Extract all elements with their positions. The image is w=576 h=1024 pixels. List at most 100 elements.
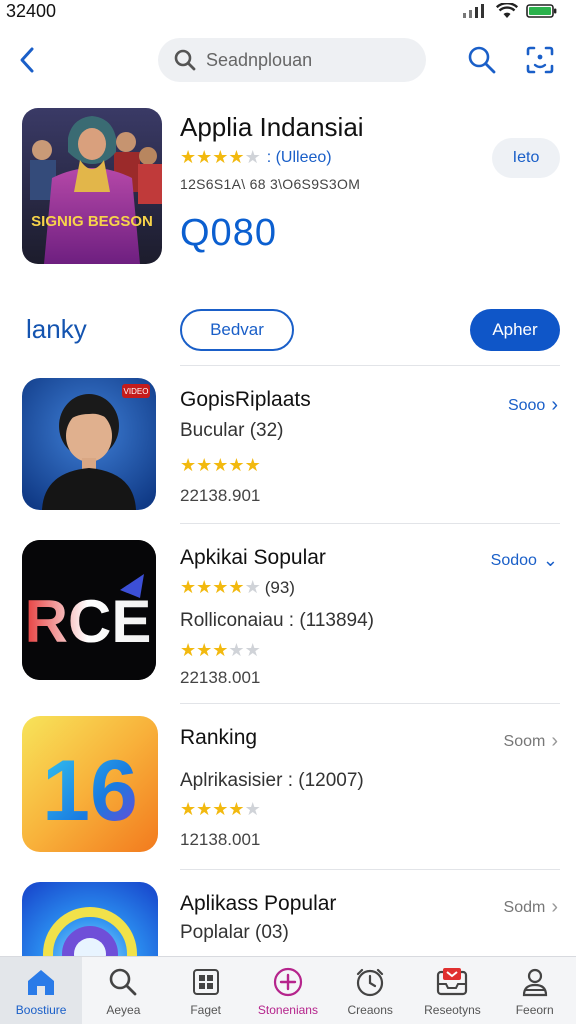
see-label: Sodm [503,898,546,916]
divider [180,703,560,704]
tab-label: Feeorn [515,1003,554,1017]
featured-thumbnail[interactable]: SIGNIG BEGSON [22,108,162,264]
star-icon: ★ [228,640,245,660]
status-icons [462,3,558,19]
section-label: lanky [26,314,87,344]
list-item[interactable]: Aplikass Popular Poplalar (03) Sodm › [0,882,576,956]
app-icon[interactable]: RCE [22,540,156,680]
star-rating: ★★★★★ [180,148,261,168]
star-icon: ★ [212,640,229,660]
app-icon[interactable]: VIDEO [22,378,156,510]
tab-label: Stonenians [257,1003,318,1017]
see-label: Sodoo [490,551,537,569]
star-icon: ★ [212,147,229,167]
featured-price: Q080 [180,212,277,254]
search-bar[interactable] [158,38,426,82]
popular-app-image [22,882,158,956]
see-label: Soom [503,732,546,750]
tab-bar: Boostiure Aeyea Faget Stonenians Creaons… [0,956,576,1024]
star-rating: ★★★★★ [180,456,261,476]
chevron-left-icon [20,47,34,73]
ios16-number: 16 [42,743,138,839]
search-input[interactable] [206,49,406,71]
inbox-icon [435,965,469,999]
featured-meta: 12S6S1A\ 68 3\O6S9S3OM [180,176,361,192]
star-icon: ★ [244,455,261,475]
tab-home[interactable]: Boostiure [0,957,83,1024]
tab-updates[interactable]: Creaons [329,957,411,1024]
star-icon: ★ [228,577,245,597]
star-icon: ★ [196,799,213,819]
star-icon: ★ [244,640,261,660]
signal-icon [463,4,484,18]
star-icon: ★ [196,577,213,597]
app-portrait-image: VIDEO [22,378,156,510]
star-icon: ★ [228,147,245,167]
video-badge: VIDEO [124,387,149,396]
tab-label: Creaons [347,1003,393,1017]
download-count: 22138.901 [180,486,261,505]
star-icon: ★ [196,455,213,475]
tab-add[interactable]: Stonenians [247,957,329,1024]
search-icon [174,49,196,71]
star-icon: ★ [180,455,197,475]
ios16-logo-image: 16 [22,716,158,852]
featured-poster-image: SIGNIG BEGSON [22,108,162,264]
status-bar: 32400 [0,0,576,28]
star-icon: ★ [196,640,213,660]
star-icon: ★ [244,799,261,819]
plus-circle-icon [271,965,305,999]
star-icon: ★ [196,147,213,167]
scan-icon [526,46,554,74]
see-button[interactable]: Sodoo ⌄ [491,550,558,571]
app-title: Apkikai Sopular [180,546,326,569]
stars: ★★★★★ [180,641,261,661]
app-title: Ranking [180,726,258,749]
segment-row: lanky Bedvar Apher [0,306,576,354]
star-icon: ★ [244,147,261,167]
filter-button-primary[interactable]: Apher [470,309,560,351]
stars: ★★★★★ [180,456,261,476]
rating-count: (93) [264,578,295,597]
star-icon: ★ [212,577,229,597]
clock-icon [353,965,387,999]
tab-label: Faget [190,1003,221,1017]
tab-label: Reseotyns [424,1003,481,1017]
chevron-right-icon: › [551,730,558,752]
search-button[interactable] [466,44,498,76]
see-button[interactable]: Sodm › [504,896,558,919]
back-button[interactable] [14,44,44,76]
see-button[interactable]: Sooo › [508,394,558,417]
person-icon [518,965,552,999]
wifi-icon [496,3,518,18]
status-time: 32400 [6,1,57,21]
list-item[interactable]: 16 Ranking Aplrikasisier : (12007) ★★★★★… [0,716,576,861]
app-icon[interactable] [22,882,158,956]
tab-search[interactable]: Aeyea [82,957,164,1024]
star-icon: ★ [228,455,245,475]
featured-get-button[interactable]: Ieto [492,138,560,178]
scan-button[interactable] [524,44,556,76]
app-title: Aplikass Popular [180,892,337,915]
filter-button-outline[interactable]: Bedvar [180,309,294,351]
tab-profile[interactable]: Feeorn [494,957,576,1024]
list-item[interactable]: RCE Apkikai Sopular ★★★★★ (93) Rollicona… [0,538,576,688]
tab-label: Boostiure [15,1003,67,1017]
stars: ★★★★★ [180,578,261,598]
app-subtitle: Bucular (32) [180,420,284,441]
tab-apps[interactable]: Faget [165,957,247,1024]
star-icon: ★ [228,799,245,819]
tab-inbox[interactable]: Reseotyns [411,957,493,1024]
featured-app[interactable]: SIGNIG BEGSON Applia Indansiai ★★★★★ : (… [0,106,576,266]
list-item[interactable]: VIDEO GopisRiplaats Bucular (32) ★★★★★ 2… [0,378,576,513]
app-icon[interactable]: 16 [22,716,158,852]
rating-text: : (Ulleeo) [266,149,332,166]
see-button[interactable]: Soom › [504,730,558,753]
stars: ★★★★★ [180,800,261,820]
app-subtitle: Poplalar (03) [180,922,289,943]
chevron-right-icon: › [551,394,558,416]
chevron-down-icon: ⌄ [542,550,558,570]
star-icon: ★ [180,640,197,660]
app-title: GopisRiplaats [180,388,311,411]
star-rating: ★★★★★ (93) [180,578,295,598]
